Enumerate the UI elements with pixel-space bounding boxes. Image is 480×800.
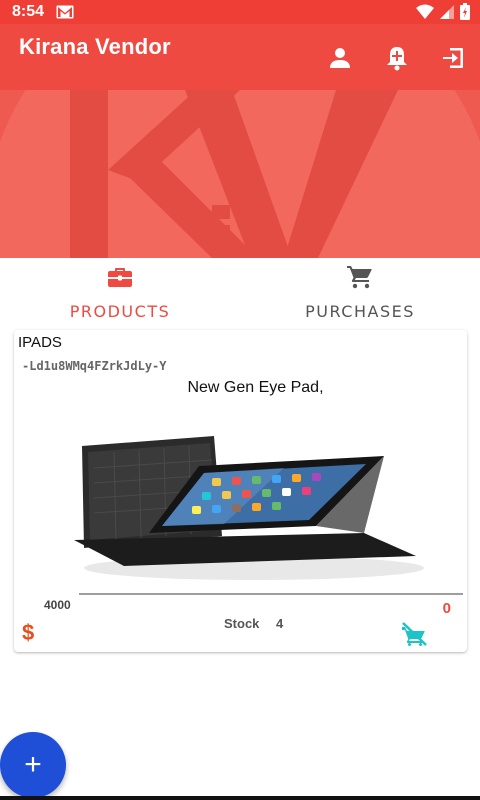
status-indicators: [416, 3, 470, 20]
tab-purchases-label: PURCHASES: [305, 302, 415, 321]
status-bar: 8:54: [0, 0, 480, 24]
product-price: 4000: [44, 598, 71, 612]
wifi-icon: [416, 4, 434, 19]
add-product-button[interactable]: +: [0, 732, 66, 798]
product-card[interactable]: IPADS -Ld1u8WMq4FZrkJdLy-Y New Gen Eye P…: [14, 330, 467, 652]
dollar-icon: $: [22, 620, 35, 645]
status-time: 8:54: [12, 3, 45, 20]
profile-icon[interactable]: [326, 44, 354, 72]
add-notification-icon[interactable]: [383, 44, 411, 72]
stock-value: 4: [276, 616, 284, 631]
product-id: -Ld1u8WMq4FZrkJdLy-Y: [22, 359, 167, 373]
product-category: IPADS: [18, 334, 62, 351]
app-title: Kirana Vendor: [19, 34, 171, 59]
cart-count: 0: [442, 600, 451, 617]
product-image: [54, 418, 424, 588]
tab-products[interactable]: PRODUCTS: [0, 258, 240, 326]
logout-icon[interactable]: [439, 44, 467, 72]
product-description: New Gen Eye Pad,: [187, 379, 324, 396]
gmail-notification-icon: [56, 5, 74, 19]
tab-purchases[interactable]: PURCHASES: [240, 258, 480, 326]
card-divider: [79, 593, 463, 595]
briefcase-icon: [108, 264, 132, 290]
app-screen: 8:54 Kirana Vendor KiV PRODUCTS PURCHASE…: [0, 0, 480, 800]
stock-label: Stock: [224, 616, 260, 631]
tab-bar: PRODUCTS PURCHASES: [0, 258, 480, 326]
remove-shopping-cart-icon[interactable]: [400, 622, 430, 646]
cart-icon: [347, 264, 373, 290]
signal-icon: [440, 4, 454, 19]
tab-products-label: PRODUCTS: [69, 302, 171, 321]
app-toolbar: Kirana Vendor: [0, 24, 480, 90]
navigation-bar-edge: [0, 796, 480, 800]
battery-icon: [460, 3, 470, 20]
banner-logo: KiV: [0, 90, 480, 258]
